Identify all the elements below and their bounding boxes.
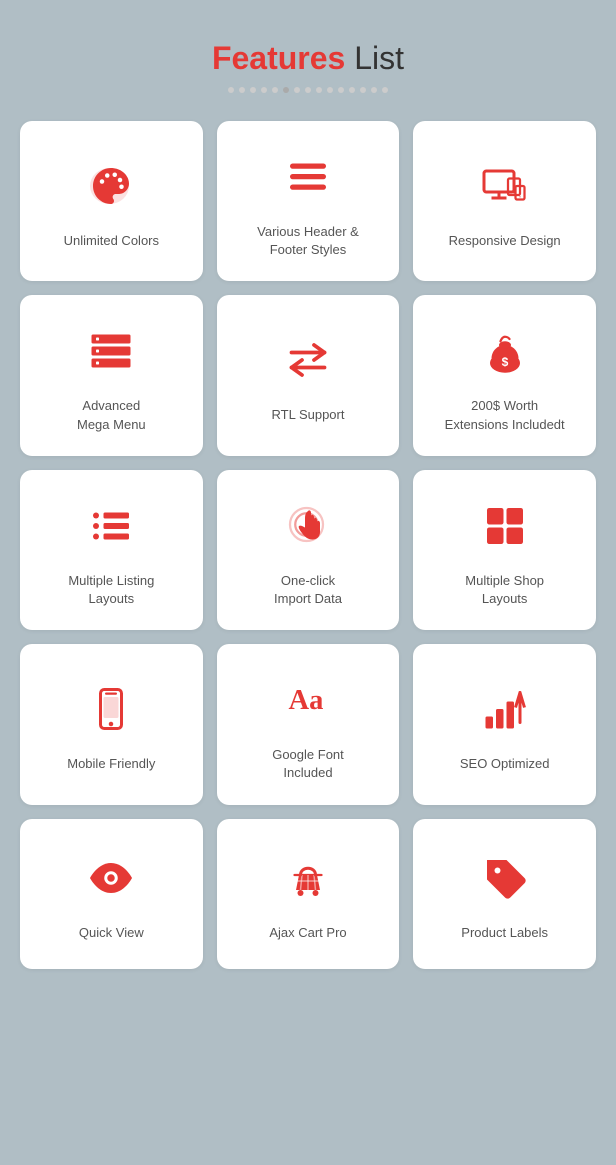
card-responsive-design: Responsive Design bbox=[413, 121, 596, 281]
card-rtl-support: RTL Support bbox=[217, 295, 400, 455]
svg-text:Aa: Aa bbox=[288, 685, 323, 716]
card-unlimited-colors-label: Unlimited Colors bbox=[64, 232, 159, 250]
card-quick-view-label: Quick View bbox=[79, 924, 144, 942]
card-google-font-label: Google FontIncluded bbox=[272, 746, 344, 782]
dots-indicator bbox=[228, 87, 388, 93]
palette-icon bbox=[83, 158, 139, 214]
dot bbox=[261, 87, 267, 93]
card-seo-optimized-label: SEO Optimized bbox=[460, 755, 550, 773]
responsive-icon bbox=[477, 158, 533, 214]
cart-icon bbox=[280, 850, 336, 906]
card-extensions: $ 200$ WorthExtensions Includedt bbox=[413, 295, 596, 455]
card-multiple-shop: Multiple ShopLayouts bbox=[413, 470, 596, 630]
tag-icon bbox=[477, 850, 533, 906]
dot bbox=[305, 87, 311, 93]
card-one-click-import-label: One-clickImport Data bbox=[274, 572, 342, 608]
dot bbox=[250, 87, 256, 93]
card-header-footer-styles-label: Various Header &Footer Styles bbox=[257, 223, 359, 259]
card-responsive-design-label: Responsive Design bbox=[449, 232, 561, 250]
dot bbox=[338, 87, 344, 93]
list-layout-icon bbox=[83, 498, 139, 554]
moneybag-icon: $ bbox=[477, 323, 533, 379]
dot bbox=[371, 87, 377, 93]
dot bbox=[349, 87, 355, 93]
card-header-footer-styles: Various Header &Footer Styles bbox=[217, 121, 400, 281]
card-advanced-mega-menu-label: AdvancedMega Menu bbox=[77, 397, 146, 433]
card-rtl-support-label: RTL Support bbox=[271, 406, 344, 424]
card-advanced-mega-menu: AdvancedMega Menu bbox=[20, 295, 203, 455]
eye-icon bbox=[83, 850, 139, 906]
card-ajax-cart-label: Ajax Cart Pro bbox=[269, 924, 346, 942]
click-icon bbox=[280, 498, 336, 554]
card-unlimited-colors: Unlimited Colors bbox=[20, 121, 203, 281]
card-one-click-import: One-clickImport Data bbox=[217, 470, 400, 630]
mobile-icon bbox=[83, 681, 139, 737]
menu-lines-icon bbox=[83, 323, 139, 379]
card-quick-view: Quick View bbox=[20, 819, 203, 969]
hamburger-icon bbox=[280, 149, 336, 205]
seo-icon bbox=[477, 681, 533, 737]
card-extensions-label: 200$ WorthExtensions Includedt bbox=[445, 397, 565, 433]
dot bbox=[360, 87, 366, 93]
dot bbox=[316, 87, 322, 93]
card-mobile-friendly: Mobile Friendly bbox=[20, 644, 203, 804]
page-title: Features List bbox=[212, 40, 404, 77]
card-product-labels-label: Product Labels bbox=[461, 924, 548, 942]
svg-text:$: $ bbox=[501, 355, 508, 369]
dot bbox=[228, 87, 234, 93]
card-mobile-friendly-label: Mobile Friendly bbox=[67, 755, 155, 773]
card-google-font: Aa Google FontIncluded bbox=[217, 644, 400, 804]
dot bbox=[294, 87, 300, 93]
font-icon: Aa bbox=[280, 672, 336, 728]
dot bbox=[382, 87, 388, 93]
card-multiple-shop-label: Multiple ShopLayouts bbox=[465, 572, 544, 608]
grid-layout-icon bbox=[477, 498, 533, 554]
dot bbox=[327, 87, 333, 93]
dot bbox=[239, 87, 245, 93]
card-seo-optimized: SEO Optimized bbox=[413, 644, 596, 804]
card-product-labels: Product Labels bbox=[413, 819, 596, 969]
card-multiple-listing-label: Multiple ListingLayouts bbox=[68, 572, 154, 608]
card-ajax-cart: Ajax Cart Pro bbox=[217, 819, 400, 969]
rtl-icon bbox=[280, 332, 336, 388]
dot bbox=[272, 87, 278, 93]
features-grid: Unlimited Colors Various Header &Footer … bbox=[20, 121, 596, 969]
card-multiple-listing: Multiple ListingLayouts bbox=[20, 470, 203, 630]
dot bbox=[283, 87, 289, 93]
